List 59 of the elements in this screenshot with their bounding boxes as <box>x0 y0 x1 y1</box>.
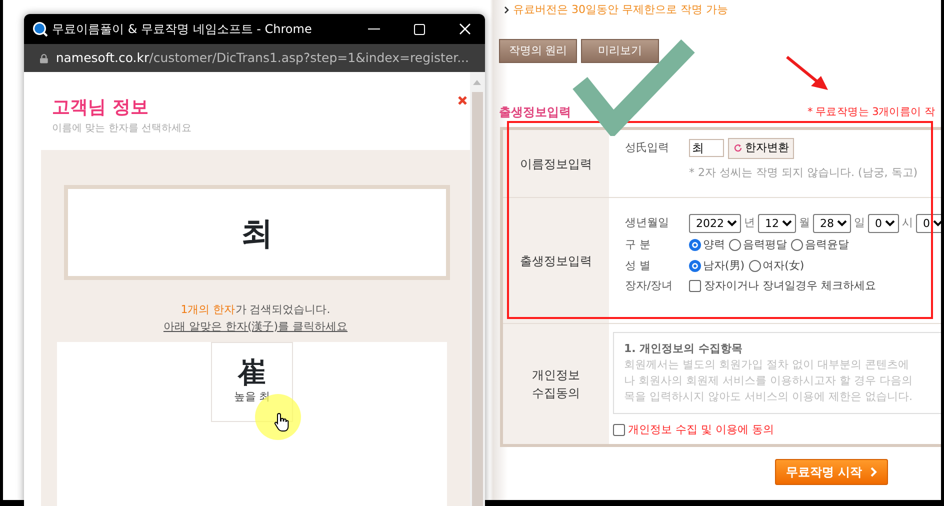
terms-text: 회원께서는 별도의 회원가입 절차 없이 대부분의 콘텐츠에 <box>624 356 910 373</box>
popup-subheading: 이름에 맞는 한자를 선택하세요 <box>52 122 192 136</box>
checkbox-label[interactable]: 장자이거나 장녀일경우 체크하세요 <box>704 278 876 294</box>
section-title: 출생정보입력 <box>499 104 571 121</box>
radio-button[interactable] <box>689 239 701 252</box>
arrow-drawing <box>785 55 830 92</box>
window-title: 무료이름풀이 & 무료작명 네임소프트 - Chrome <box>52 21 313 38</box>
popup-heading: 고객님 정보 <box>52 96 150 120</box>
unit-label: 일 <box>854 215 865 232</box>
option-label[interactable]: 양력 <box>703 237 725 254</box>
app-logo-icon <box>32 21 48 37</box>
maximize-icon[interactable] <box>414 24 425 34</box>
free-note: * 무료작명는 3개이름이 작 <box>808 105 935 120</box>
hanja-character: 崔 <box>238 358 266 390</box>
radio-button[interactable] <box>729 239 741 252</box>
date-select[interactable]: 12 <box>758 214 796 233</box>
url-text: namesoft.co.kr/customer/DicTrans1.asp?step=1&index=register... <box>56 48 469 67</box>
checkbox[interactable] <box>613 424 625 436</box>
notice-text: 유료버전은 30일동안 무제한으로 작명 가능 <box>513 2 728 18</box>
date-select[interactable]: 0 <box>868 214 899 233</box>
unit-label: 시 <box>902 215 913 232</box>
note-text: * 2자 성씨는 작명 되지 않습니다. (남궁, 독고) <box>689 164 918 180</box>
checkbox[interactable] <box>689 280 701 292</box>
row-label: 이름정보입력 <box>503 130 609 197</box>
refresh-icon <box>733 143 743 154</box>
hand-cursor-icon <box>274 412 290 432</box>
checkbox-label[interactable]: 개인정보 수집 및 이용에 동의 <box>628 422 774 438</box>
field-label: 성氏입력 <box>625 140 670 156</box>
radio-button[interactable] <box>748 260 761 272</box>
chevron-icon <box>870 467 878 477</box>
scrollbar[interactable] <box>470 72 485 506</box>
terms-text: 나 회원사의 회원제 서비스를 이용하시고자 할 경우 다음의 <box>624 372 914 389</box>
field-label: 생년월일 <box>625 215 670 232</box>
convert-button[interactable]: 한자변환 <box>728 138 794 158</box>
date-select[interactable]: 2022 <box>689 214 741 233</box>
field-label: 구 분 <box>625 237 652 253</box>
field-label: 성 별 <box>625 258 652 274</box>
field-label: 장자/장녀 <box>625 278 674 294</box>
row-label: 출생정보입력 <box>503 198 609 323</box>
surname-field[interactable]: 최 <box>689 139 724 158</box>
option-label[interactable]: 음력윤달 <box>805 237 849 254</box>
unit-label: 월 <box>799 215 810 232</box>
radio-button[interactable] <box>689 260 701 272</box>
option-label[interactable]: 남자(男) <box>703 258 745 274</box>
row-label: 개인정보 <box>532 367 580 384</box>
lock-icon <box>40 52 48 64</box>
option-label[interactable]: 여자(女) <box>762 258 804 274</box>
scrollbar-thumb[interactable] <box>472 92 483 506</box>
terms-title: 1. 개인정보의 수집항목 <box>624 341 744 357</box>
name-display: 최 <box>64 185 450 280</box>
row-label: 수집동의 <box>532 385 580 402</box>
date-select[interactable]: 28 <box>813 214 851 233</box>
result-text: 1개의 한자가 검색되었습니다. <box>180 302 332 318</box>
radio-button[interactable] <box>791 239 803 252</box>
instruction-text: 아래 알맞은 한자(漢子)를 클릭하세요 <box>162 318 349 334</box>
option-label[interactable]: 음력평달 <box>743 237 787 254</box>
terms-text: 목을 입력하시지 않아도 서비스의 이용에 제한은 없습니다. <box>624 388 914 405</box>
unit-label: 년 <box>744 215 755 232</box>
date-select[interactable]: 0 <box>916 214 941 233</box>
